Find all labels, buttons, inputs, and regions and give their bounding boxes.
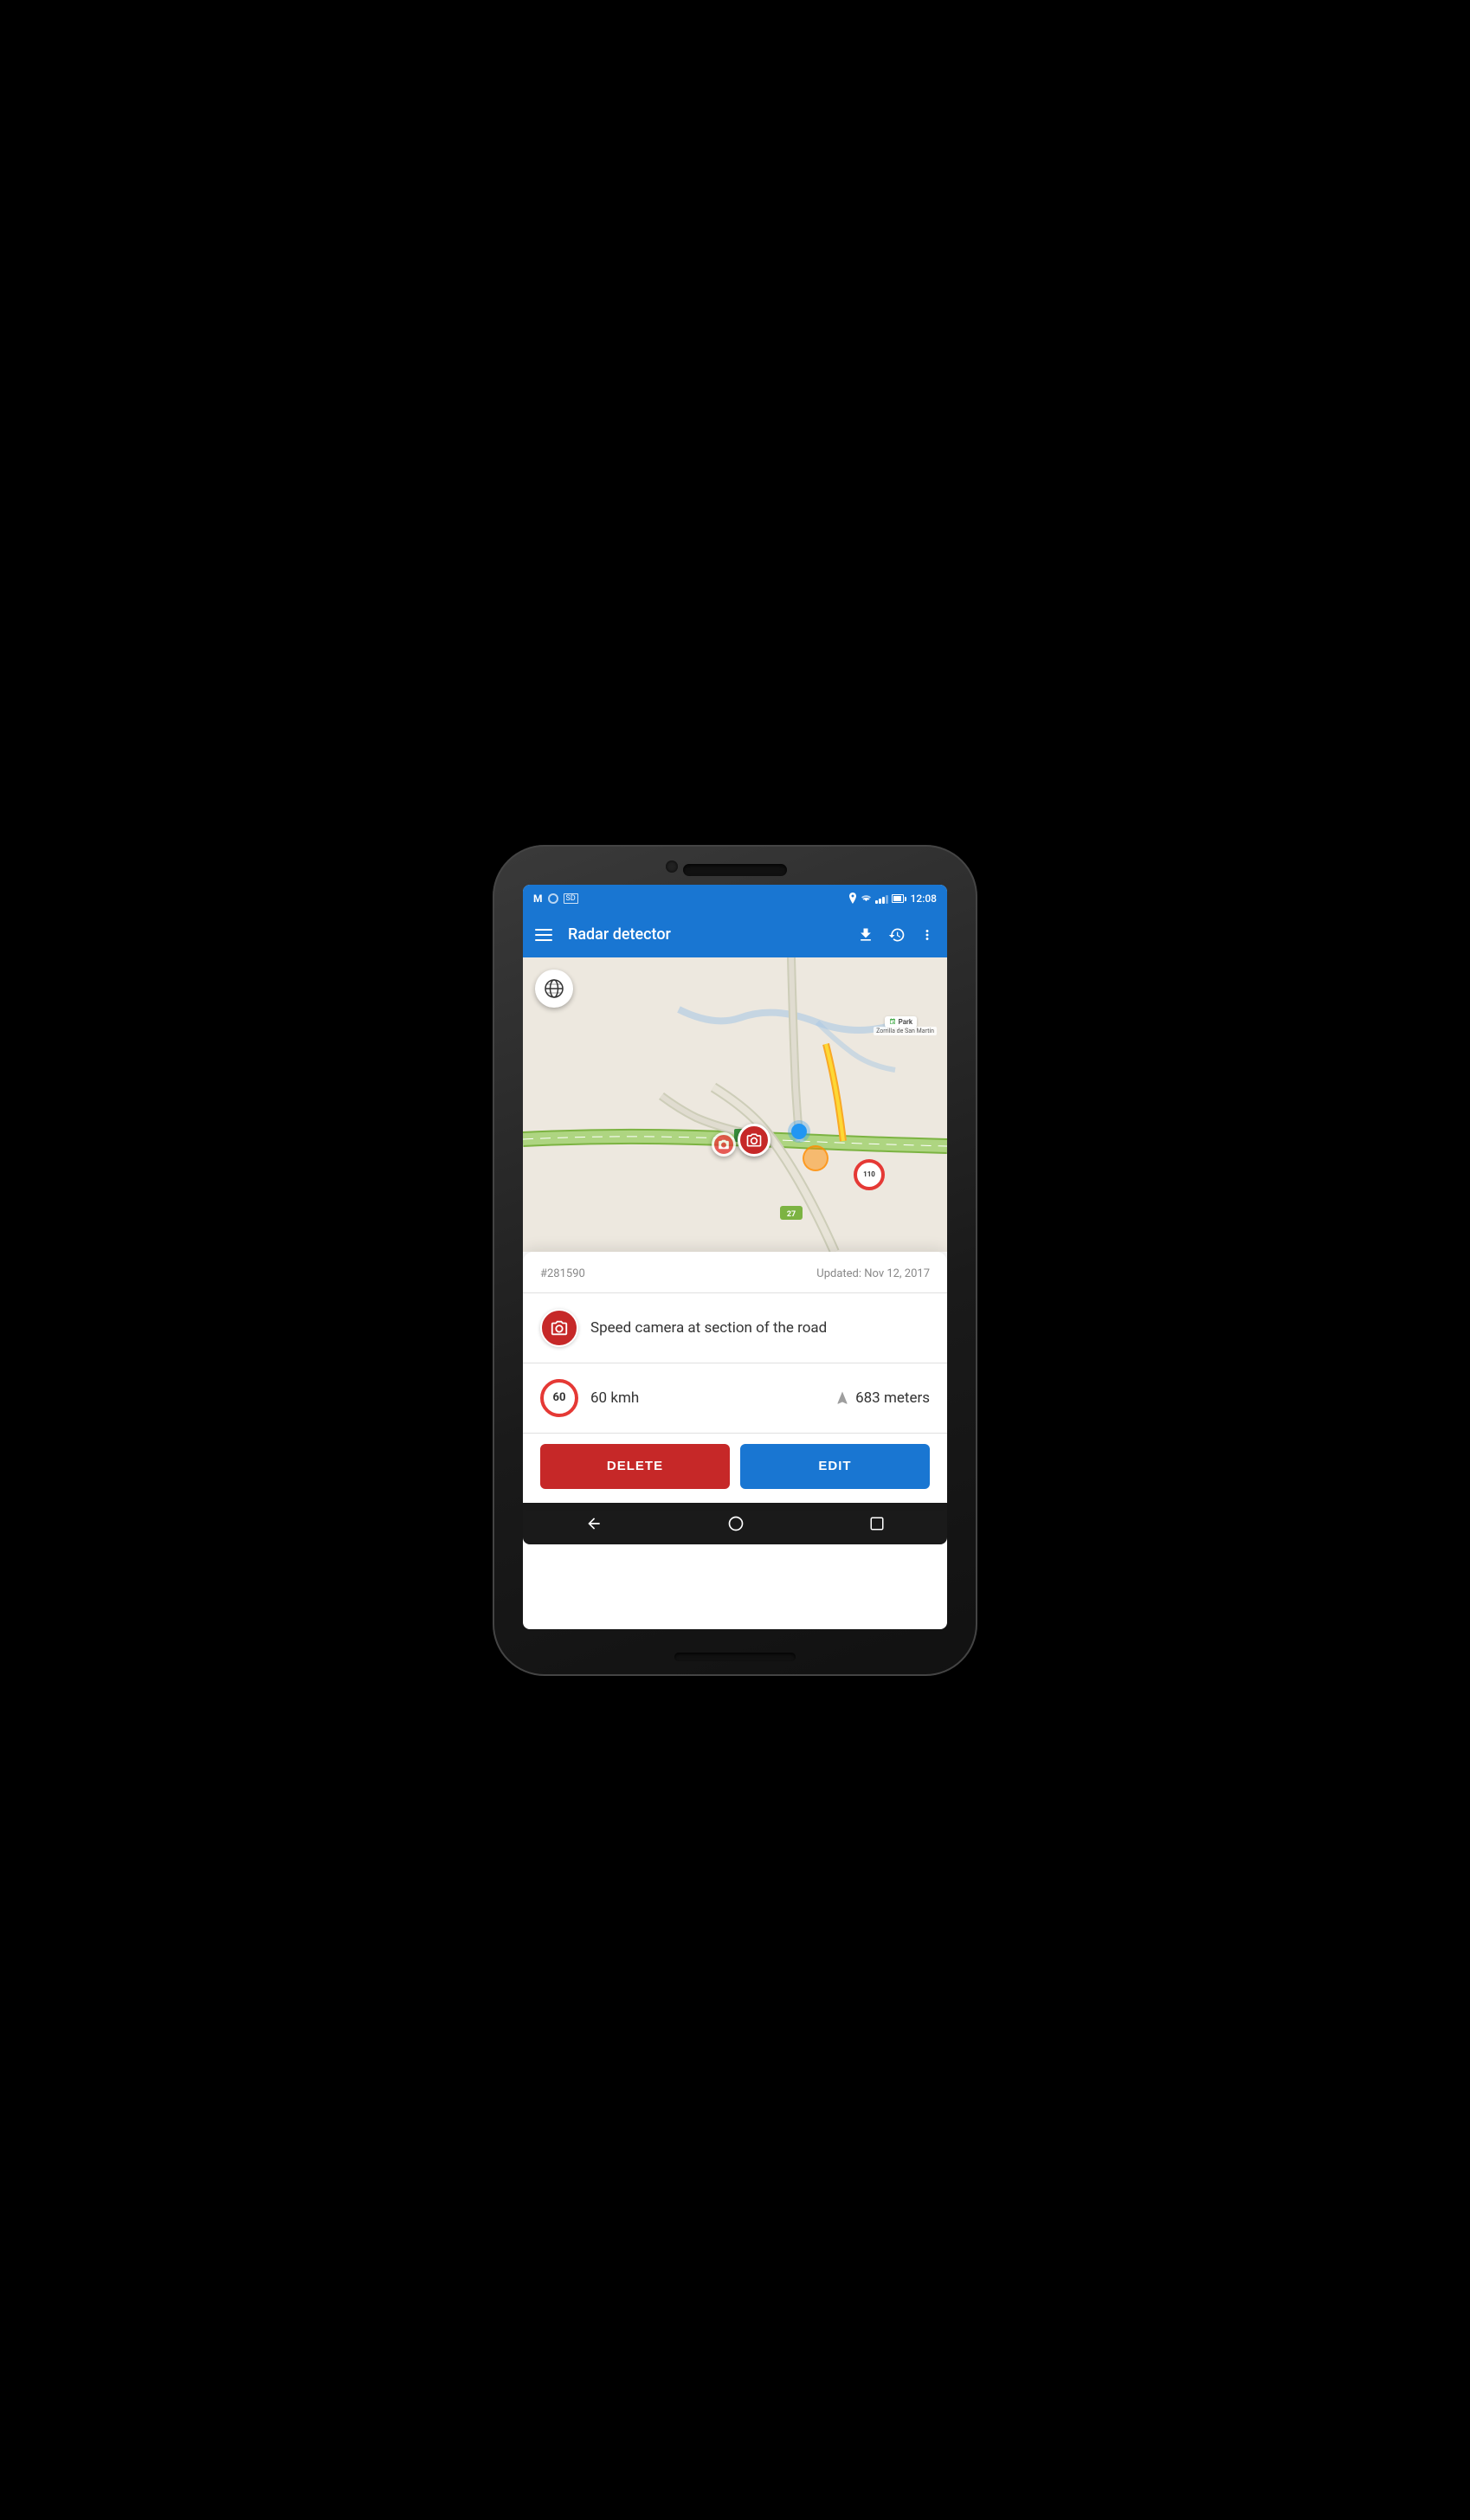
circle-icon [548,893,558,904]
app-toolbar: Radar detector [523,912,947,957]
info-card: #281590 Updated: Nov 12, 2017 Speed came… [523,1252,947,1503]
map-svg: 27 3 [523,957,947,1252]
camera-updated: Updated: Nov 12, 2017 [816,1267,930,1280]
phone-camera [666,860,678,873]
camera-icon-wrapper [540,1309,578,1347]
phone-speaker-bottom [674,1653,796,1661]
status-bar-left: M SD [533,893,578,905]
menu-button[interactable] [535,929,552,941]
camera-id: #281590 [540,1267,585,1280]
toolbar-actions [857,926,935,944]
camera-marker-main[interactable] [738,1124,770,1157]
recents-button[interactable] [869,1516,885,1531]
phone-device: M SD [493,845,977,1676]
location-icon [848,893,857,904]
speed-unit: 60 kmh [590,1389,822,1407]
delete-button[interactable]: DELETE [540,1444,730,1489]
camera-marker-secondary[interactable] [712,1132,736,1157]
distance-text: 683 meters [855,1389,930,1407]
gmail-icon: M [533,893,543,905]
info-header: #281590 Updated: Nov 12, 2017 [540,1267,930,1280]
camera-icon-badge [540,1309,578,1347]
globe-button[interactable] [535,970,573,1008]
description-row: Speed camera at section of the road [540,1293,930,1363]
park-label: Park [885,1016,917,1028]
camera-description: Speed camera at section of the road [590,1319,930,1337]
home-button[interactable] [727,1515,745,1532]
speed-limit-badge: 60 [540,1379,578,1417]
status-bar-right: 12:08 [848,893,937,905]
phone-speaker-top [683,864,787,876]
phone-bottom [674,1638,796,1676]
back-button[interactable] [585,1515,603,1532]
speed-limit-icon-wrapper: 60 [540,1379,578,1417]
speed-distance-row: 60 60 kmh 683 meters [540,1363,930,1433]
sd-card-icon: SD [564,893,578,904]
signal-icon [875,893,888,904]
location-dot [791,1124,807,1139]
more-icon[interactable] [919,926,935,944]
action-buttons: DELETE EDIT [540,1440,930,1489]
download-icon[interactable] [857,926,874,944]
history-icon[interactable] [888,926,906,944]
globe-icon [544,978,564,999]
svg-text:27: 27 [787,1210,796,1219]
speed-orange-marker [803,1145,828,1171]
phone-screen: M SD [523,885,947,1629]
speed-110-marker[interactable]: 110 [854,1159,885,1190]
divider-3 [523,1433,947,1434]
map-area[interactable]: 27 3 Park Zorr [523,957,947,1252]
status-time: 12:08 [911,893,937,905]
edit-button[interactable]: EDIT [740,1444,930,1489]
nav-bar [523,1503,947,1544]
navigate-icon [835,1390,850,1406]
battery-icon [892,894,904,903]
park-sublabel: Zorrilla de San Martín [874,1027,937,1035]
distance-wrapper: 683 meters [835,1389,930,1407]
wifi-icon [861,894,872,903]
app-title: Radar detector [568,925,845,944]
status-bar: M SD [523,885,947,912]
